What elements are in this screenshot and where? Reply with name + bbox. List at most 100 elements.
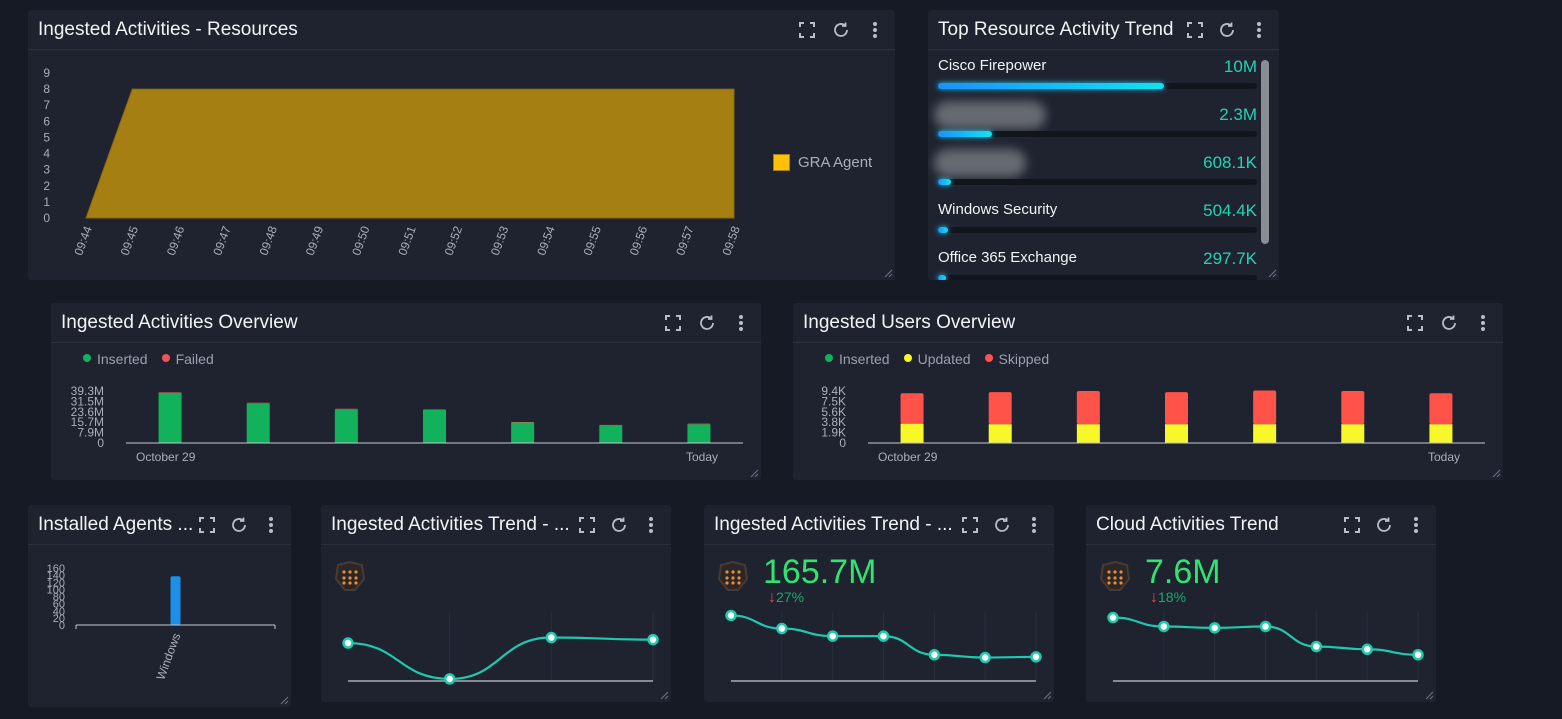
more-options-icon[interactable] [1473,313,1493,333]
bar-segment-skipped [1429,393,1453,425]
legend-label: GRA Agent [798,154,873,171]
y-tick-label: 0 [43,211,50,225]
legend-item-updated[interactable]: Updated [903,351,971,367]
x-tick-label: October 29 [136,450,196,464]
resource-value: 504.4K [1203,201,1257,220]
x-tick-label: 09:47 [210,224,234,257]
legend-item-skipped[interactable]: Skipped [984,351,1049,367]
resource-bar-track [938,83,1257,89]
y-tick-label: 6 [43,114,50,128]
kpi-value: 7.6M [1145,553,1221,591]
bar-segment-failed [334,408,358,410]
redacted-name [934,149,1026,177]
y-tick-label: 39.3M [71,384,104,398]
more-options-icon[interactable] [641,515,661,535]
more-options-icon[interactable] [261,515,281,535]
data-point [1107,611,1119,624]
widget-header: Installed Agents ... [28,505,291,545]
bar-segment-skipped [1165,392,1188,425]
resize-handle[interactable] [1267,268,1277,278]
resize-handle[interactable] [1491,468,1501,478]
y-tick-label: 9.4K [821,384,846,398]
widget-activities-trend-1: Ingested Activities Trend - ... [321,505,671,702]
legend-item-inserted[interactable]: Inserted [83,351,148,367]
bar-segment-failed [423,409,446,410]
y-tick-label: 4 [43,147,50,161]
resize-handle[interactable] [659,690,669,700]
data-point [1310,640,1323,653]
refresh-icon[interactable] [229,515,249,535]
resource-row[interactable]: Windows Security 504.4K [938,195,1257,243]
resource-row[interactable]: Cisco Firepower 10M [938,51,1257,99]
x-tick-label: 09:49 [303,224,327,257]
more-options-icon[interactable] [1024,515,1044,535]
resource-row[interactable]: 608.1K [934,147,1257,195]
widget-title: Ingested Activities - Resources [38,18,298,40]
refresh-icon[interactable] [1439,313,1459,333]
data-point [979,651,991,664]
resource-bar-track [938,131,1257,137]
fullscreen-icon[interactable] [1342,515,1362,535]
refresh-icon[interactable] [992,515,1012,535]
x-tick-label: Today [1428,450,1460,464]
fullscreen-icon[interactable] [1185,20,1205,40]
chart-legend: Inserted Updated Skipped [825,351,1049,367]
bar-segment-skipped [1076,391,1100,425]
fullscreen-icon[interactable] [960,515,980,535]
bar-segment-updated [900,423,924,443]
bar-windows [170,576,181,625]
trend-line-chart [725,609,1042,682]
more-options-icon[interactable] [1249,20,1269,40]
data-point [1030,651,1042,663]
bar-segment-skipped [988,392,1012,425]
refresh-icon[interactable] [1374,515,1394,535]
x-tick-label: 09:45 [118,224,142,257]
refresh-icon[interactable] [1217,20,1237,40]
trend-line-chart [1107,611,1424,682]
x-tick-label: October 29 [878,450,938,464]
resource-value: 10M [1223,57,1257,76]
widget-header: Top Resource Activity Trend [928,10,1279,50]
resize-handle[interactable] [1424,690,1434,700]
fullscreen-icon[interactable] [1405,313,1425,333]
scrollbar[interactable] [1261,60,1269,244]
widget-installed-agents: Installed Agents ... 0 20 40 60 80 100 120 140 1… [28,505,291,707]
more-options-icon[interactable] [1406,515,1426,535]
activities-bar-chart: 07.9M15.7M23.6M31.5M39.3MOctober 29 Today [71,384,743,464]
widget-header: Ingested Users Overview [793,303,1503,343]
activity-shield-icon [716,560,750,598]
x-tick-label: 09:53 [488,224,512,257]
legend-item-inserted[interactable]: Inserted [825,351,890,367]
area-series-gra-agent [85,88,735,219]
bar-segment-updated [988,424,1012,443]
data-point [647,633,659,646]
widget-title: Top Resource Activity Trend [938,18,1174,40]
refresh-icon[interactable] [609,515,629,535]
resize-handle[interactable] [749,468,759,478]
x-tick-label: 09:56 [627,224,651,257]
resize-handle[interactable] [883,268,893,278]
bar-segment-updated [1076,424,1100,443]
fullscreen-icon[interactable] [797,20,817,40]
resource-row[interactable]: 2.3M [934,99,1257,147]
fullscreen-icon[interactable] [663,313,683,333]
fullscreen-icon[interactable] [577,515,597,535]
resource-row[interactable]: Office 365 Exchange 297.7K [938,243,1257,280]
refresh-icon[interactable] [697,313,717,333]
resize-handle[interactable] [279,695,289,705]
bar-segment-skipped [900,393,924,424]
resource-bar-fill [938,131,993,137]
data-point [443,673,456,685]
more-options-icon[interactable] [865,20,885,40]
resize-handle[interactable] [1042,690,1052,700]
refresh-icon[interactable] [831,20,851,40]
resource-value: 297.7K [1203,249,1257,268]
widget-activities-overview: Ingested Activities Overview Inserted Fa… [51,303,761,480]
fullscreen-icon[interactable] [197,515,217,535]
bar-segment-inserted [423,409,446,443]
legend-item-failed[interactable]: Failed [161,351,214,367]
x-tick-label: Today [686,450,718,464]
resource-bar-fill [938,275,946,280]
more-options-icon[interactable] [731,313,751,333]
widget-header: Cloud Activities Trend [1086,505,1436,545]
